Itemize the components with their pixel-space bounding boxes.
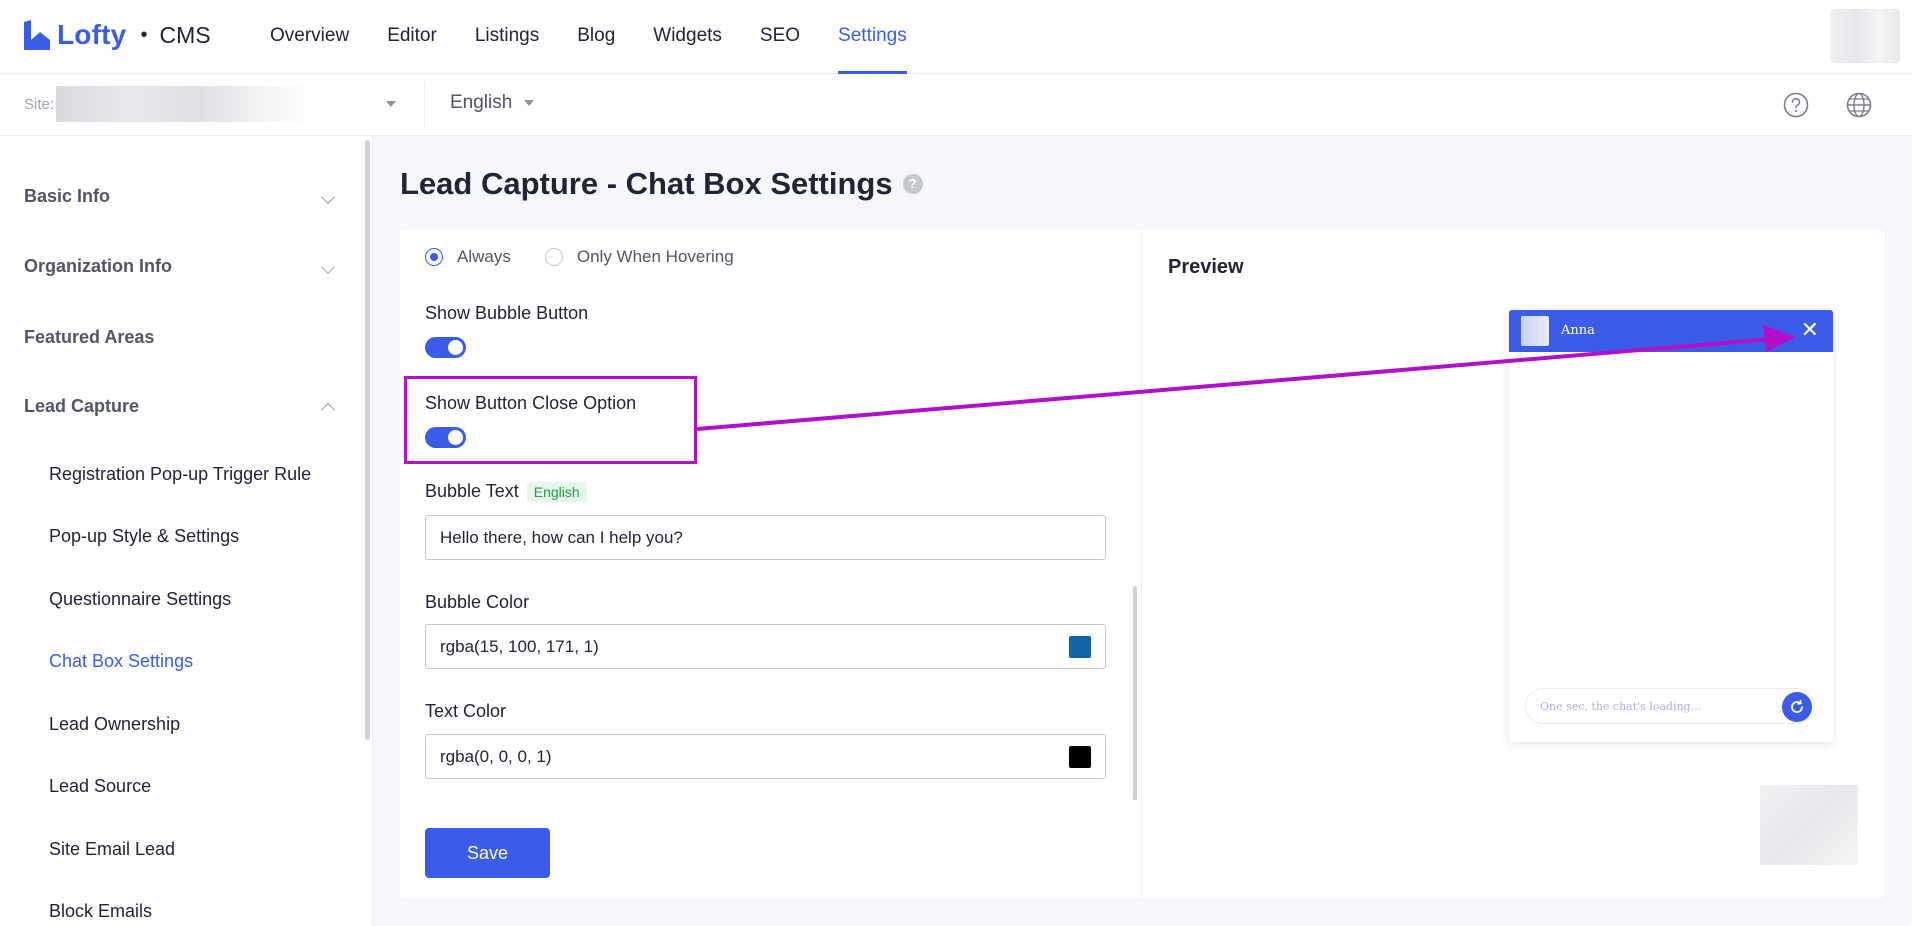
nav-settings[interactable]: Settings <box>838 0 907 74</box>
bubble-color-swatch[interactable] <box>1069 636 1091 658</box>
lofty-logo-icon <box>24 20 50 50</box>
nav-listings[interactable]: Listings <box>475 0 539 74</box>
settings-card: Always Only When Hovering Show Bubble Bu… <box>400 230 1884 898</box>
brand-name: Lofty <box>57 19 127 50</box>
chat-header: Anna ✕ <box>1509 310 1833 352</box>
chat-send-button[interactable] <box>1782 692 1812 722</box>
show-bubble-button-label: Show Bubble Button <box>425 303 589 323</box>
toolbar-divider <box>424 82 425 128</box>
sidebar-item-block-emails[interactable]: Block Emails <box>49 901 152 922</box>
text-color-input[interactable]: rgba(0, 0, 0, 1) <box>425 734 1106 779</box>
radio-label-only-when-hovering[interactable]: Only When Hovering <box>577 247 734 267</box>
radio-label-always[interactable]: Always <box>457 247 511 267</box>
language-caret-icon <box>524 100 535 106</box>
sidebar-item-lead-source[interactable]: Lead Source <box>49 776 151 797</box>
display-mode-radio-group: Always Only When Hovering <box>425 247 768 267</box>
brand-product: CMS <box>159 21 211 48</box>
nav-widgets[interactable]: Widgets <box>653 0 722 74</box>
sidebar-group-label: Basic Info <box>24 186 111 206</box>
language-selector[interactable]: English <box>450 92 535 114</box>
question-icon[interactable]: ? <box>902 174 923 194</box>
bubble-color-input[interactable]: rgba(15, 100, 171, 1) <box>425 624 1106 669</box>
top-navigation-bar: Lofty • CMS Overview Editor Listings Blo… <box>0 0 1912 74</box>
card-divider <box>1141 230 1142 898</box>
bubble-color-label: Bubble Color <box>425 592 530 612</box>
site-dropdown-caret-icon[interactable] <box>386 101 396 107</box>
agent-avatar <box>1521 316 1549 346</box>
nav-seo[interactable]: SEO <box>760 0 800 74</box>
bubble-text-label: Bubble Text English <box>425 481 587 502</box>
show-bubble-button-toggle[interactable] <box>425 337 466 358</box>
text-color-label: Text Color <box>425 701 507 721</box>
site-toolbar: Site: English <box>0 74 1912 136</box>
brand[interactable]: Lofty • CMS <box>22 15 211 55</box>
globe-icon[interactable] <box>1845 91 1873 119</box>
save-button[interactable]: Save <box>425 828 550 878</box>
sidebar-group-organization-info[interactable]: Organization Info <box>24 256 339 277</box>
form-scrollbar[interactable] <box>1133 586 1137 800</box>
language-tag: English <box>526 481 587 502</box>
radio-always[interactable] <box>425 248 443 266</box>
sidebar-group-basic-info[interactable]: Basic Info <box>24 186 339 207</box>
sidebar-item-lead-ownership[interactable]: Lead Ownership <box>49 714 180 735</box>
bubble-color-value: rgba(15, 100, 171, 1) <box>440 636 599 656</box>
sidebar-item-popup-style-settings[interactable]: Pop-up Style & Settings <box>49 526 239 547</box>
chat-input-placeholder: One sec, the chat's loading... <box>1540 700 1702 713</box>
sidebar-group-featured-areas[interactable]: Featured Areas <box>24 327 339 348</box>
chat-box-preview: Anna ✕ One sec, the chat's loading... <box>1509 310 1833 742</box>
sidebar-group-lead-capture[interactable]: Lead Capture <box>24 396 339 417</box>
chevron-down-icon <box>320 259 336 274</box>
help-icon[interactable] <box>1782 91 1810 119</box>
site-label: Site: <box>24 96 55 113</box>
sidebar-group-label: Organization Info <box>24 256 172 276</box>
bubble-text-label-text: Bubble Text <box>425 481 519 501</box>
text-color-value: rgba(0, 0, 0, 1) <box>440 746 552 766</box>
user-avatar[interactable] <box>1830 9 1900 63</box>
text-color-swatch[interactable] <box>1069 746 1091 768</box>
page-title-text: Lead Capture - Chat Box Settings <box>400 166 893 201</box>
sidebar-group-label: Featured Areas <box>24 327 155 347</box>
main-nav: Overview Editor Listings Blog Widgets SE… <box>270 0 945 74</box>
brand-separator: • <box>140 23 148 46</box>
nav-editor[interactable]: Editor <box>387 0 437 74</box>
refresh-icon <box>1791 699 1803 713</box>
bubble-text-value: Hello there, how can I help you? <box>440 527 683 547</box>
chevron-down-icon <box>320 189 336 204</box>
nav-overview[interactable]: Overview <box>270 0 349 74</box>
sidebar-group-label: Lead Capture <box>24 396 140 416</box>
chat-input[interactable]: One sec, the chat's loading... <box>1525 688 1815 724</box>
chat-bubble-preview <box>1760 785 1858 865</box>
sidebar-item-questionnaire-settings[interactable]: Questionnaire Settings <box>49 589 231 610</box>
settings-sidebar: Basic Info Organization Info Featured Ar… <box>0 136 373 926</box>
preview-title: Preview <box>1168 256 1244 278</box>
sidebar-item-site-email-lead[interactable]: Site Email Lead <box>49 839 175 860</box>
sidebar-scrollbar[interactable] <box>365 140 370 740</box>
site-selector[interactable] <box>56 86 312 122</box>
close-icon[interactable]: ✕ <box>1801 319 1819 341</box>
chevron-up-icon <box>320 402 336 417</box>
annotation-highlight-box <box>404 376 697 464</box>
radio-only-when-hovering[interactable] <box>544 248 563 266</box>
bubble-text-input[interactable]: Hello there, how can I help you? <box>425 515 1106 560</box>
sidebar-item-chat-box-settings[interactable]: Chat Box Settings <box>49 651 193 672</box>
nav-blog[interactable]: Blog <box>577 0 615 74</box>
agent-name: Anna <box>1561 323 1595 338</box>
app-window: Lofty • CMS Overview Editor Listings Blo… <box>0 0 1912 926</box>
sidebar-item-registration-popup-trigger-rule[interactable]: Registration Pop-up Trigger Rule <box>49 464 311 485</box>
page-title: Lead Capture - Chat Box Settings ? <box>400 166 923 202</box>
language-value: English <box>450 92 513 113</box>
